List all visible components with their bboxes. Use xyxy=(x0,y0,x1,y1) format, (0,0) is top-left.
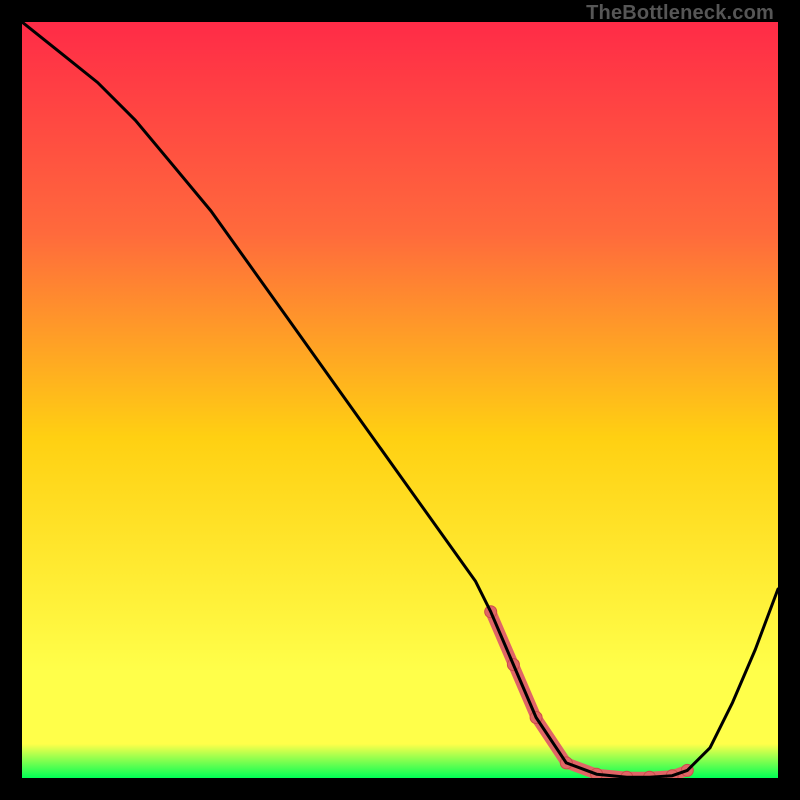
gradient-background xyxy=(22,22,778,778)
bottleneck-plot xyxy=(22,22,778,778)
watermark-text: TheBottleneck.com xyxy=(586,2,774,25)
chart-frame xyxy=(22,22,778,778)
